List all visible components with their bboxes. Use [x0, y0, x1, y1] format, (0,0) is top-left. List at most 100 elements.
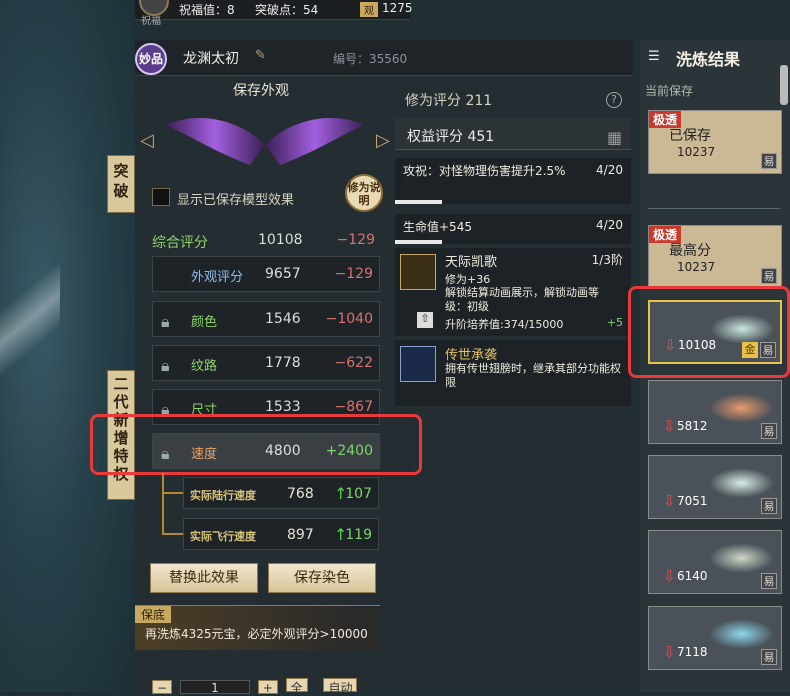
result-card[interactable]: ⇩ 7051 易: [648, 455, 782, 519]
color-score-delta: −1040: [325, 311, 373, 327]
texture-score-delta: −622: [334, 355, 373, 371]
guarantee-banner: 保底 再洗炼4325元宝，必定外观评分>10000: [135, 605, 380, 650]
refine-controls: − 1 + 全 自动: [152, 678, 361, 695]
tianji-desc2: 解锁结算动画展示，解锁动画等级：初级: [445, 286, 599, 313]
size-score-delta: −867: [334, 399, 373, 415]
tianji-upgrade: 升阶培养值:374/15000: [445, 318, 564, 331]
show-saved-model-checkbox[interactable]: [152, 188, 170, 206]
prev-arrow-icon[interactable]: ◁: [140, 130, 160, 151]
all-button[interactable]: 全: [285, 678, 308, 695]
saved-card[interactable]: 极透 已保存 10237 易: [648, 110, 782, 174]
easy-badge: 易: [761, 573, 777, 589]
results-title: 洗炼结果: [676, 50, 741, 69]
down-arrow-icon: ⇩: [663, 567, 676, 585]
result-score: 7051: [677, 494, 708, 508]
color-score-value: 1546: [265, 311, 301, 327]
chuanshi-name: 传世承袭: [445, 348, 498, 363]
preview-title: 保存外观: [233, 83, 289, 99]
result-score: 6140: [677, 569, 708, 583]
next-arrow-icon[interactable]: ▷: [376, 130, 396, 151]
top-status-bar: 祝福 祝福值：8 突破点：54 观 1275: [135, 0, 413, 27]
tianji-desc1: 修为+36: [445, 273, 491, 286]
wing-thumbnail: [709, 393, 774, 423]
result-card[interactable]: ⇩ 7118 易: [648, 606, 782, 670]
observe-tag: 观: [360, 2, 378, 17]
appearance-score-row: 外观评分 9657 −129: [152, 256, 380, 292]
appearance-score-delta: −129: [334, 266, 373, 282]
auto-button[interactable]: 自动: [323, 678, 358, 695]
best-card[interactable]: 极透 最高分 10237 易: [648, 225, 782, 289]
easy-badge: 易: [761, 649, 777, 665]
total-score-label: 综合评分: [152, 235, 208, 251]
size-score-value: 1533: [265, 399, 301, 415]
easy-badge: 易: [761, 423, 777, 439]
total-score-value: 10108: [258, 232, 303, 248]
lock-icon[interactable]: 🔒︎: [161, 356, 173, 375]
texture-score-row[interactable]: 🔒︎ 纹路 1778 −622: [152, 345, 380, 381]
fly-speed-delta: 119: [345, 527, 372, 543]
texture-score-value: 1778: [265, 355, 301, 371]
attack-entry-text: 攻祝：对怪物理伤害提升2.5%: [403, 164, 566, 178]
tianji-name: 天际凯歌: [445, 255, 498, 270]
appearance-score-value: 9657: [265, 266, 301, 282]
cultivation-help-button[interactable]: 修为说明: [345, 174, 383, 212]
result-score: 5812: [677, 419, 708, 433]
tianji-stage: 1/3阶: [591, 253, 623, 267]
item-id: 编号：35560: [333, 52, 408, 66]
color-score-row[interactable]: 🔒︎ 颜色 1546 −1040: [152, 301, 380, 337]
color-score-label: 颜色: [191, 315, 218, 330]
results-scrollbar[interactable]: [780, 65, 788, 105]
down-arrow-icon: ⇩: [663, 492, 676, 510]
saved-label: 已保存: [669, 128, 711, 144]
appearance-score-label: 外观评分: [191, 270, 244, 285]
texture-score-label: 纹路: [191, 359, 218, 374]
highlight-box: [90, 414, 422, 475]
skill-chuanshi: 传世承袭 拥有传世翅膀时，继承其部分功能权限: [395, 340, 631, 406]
wings-preview: [165, 117, 365, 165]
list-icon: ☰: [648, 49, 660, 64]
land-speed-row: 实际陆行速度 768 ↑ 107: [183, 477, 379, 509]
tab-breakthrough[interactable]: 突破: [107, 155, 135, 213]
avatar-label: 祝福: [141, 16, 161, 27]
tianji-skill-icon: [400, 254, 436, 290]
fly-speed-label: 实际飞行速度: [190, 530, 256, 543]
replace-effect-button[interactable]: 替换此效果: [150, 563, 258, 593]
guarantee-tag: 保底: [135, 606, 172, 623]
land-speed-label: 实际陆行速度: [190, 489, 256, 502]
fly-speed-value: 897: [287, 527, 314, 543]
fly-speed-row: 实际飞行速度 897 ↑ 119: [183, 518, 379, 550]
observe-value: 1275: [382, 1, 413, 15]
save-dye-button[interactable]: 保存染色: [268, 563, 376, 593]
attack-entry-progress: [395, 200, 443, 204]
best-label: 最高分: [669, 243, 711, 259]
rights-score: 权益评分 451: [407, 129, 495, 145]
hp-entry: 生命值+545 4/20: [395, 214, 631, 244]
current-save-label: 当前保存: [645, 84, 694, 98]
chuanshi-skill-icon: [400, 346, 436, 382]
lock-icon[interactable]: 🔒︎: [161, 400, 173, 419]
best-value: 10237: [677, 260, 716, 274]
rename-brush-icon[interactable]: ✎: [255, 48, 266, 63]
total-score-delta: −129: [336, 232, 375, 248]
grid-icon[interactable]: ▦: [607, 128, 622, 147]
results-divider: [648, 208, 780, 212]
result-card[interactable]: ⇩ 5812 易: [648, 380, 782, 444]
speed-tree-connector: [162, 473, 184, 535]
hp-entry-text: 生命值+545: [403, 220, 472, 234]
wing-thumbnail: [709, 543, 774, 573]
down-arrow-icon: ⇩: [663, 643, 676, 661]
result-card[interactable]: ⇩ 6140 易: [648, 530, 782, 594]
breakpoint-value: 突破点：54: [255, 3, 319, 17]
chuanshi-desc: 拥有传世翅膀时，继承其部分功能权限: [445, 362, 621, 389]
down-arrow-icon: ⇩: [663, 417, 676, 435]
rights-score-bar: 权益评分 451 ▦: [395, 118, 631, 150]
lock-icon[interactable]: 🔒︎: [161, 312, 173, 331]
background-feather: [0, 216, 60, 444]
item-name: 龙渊太初: [183, 51, 239, 67]
hp-entry-count: 4/20: [596, 218, 623, 232]
upgrade-icon[interactable]: ⇧: [417, 312, 433, 328]
cultivation-score: 修为评分 211: [405, 93, 493, 109]
easy-badge: 易: [761, 153, 777, 169]
help-icon[interactable]: ?: [606, 92, 622, 108]
easy-badge: 易: [761, 498, 777, 514]
